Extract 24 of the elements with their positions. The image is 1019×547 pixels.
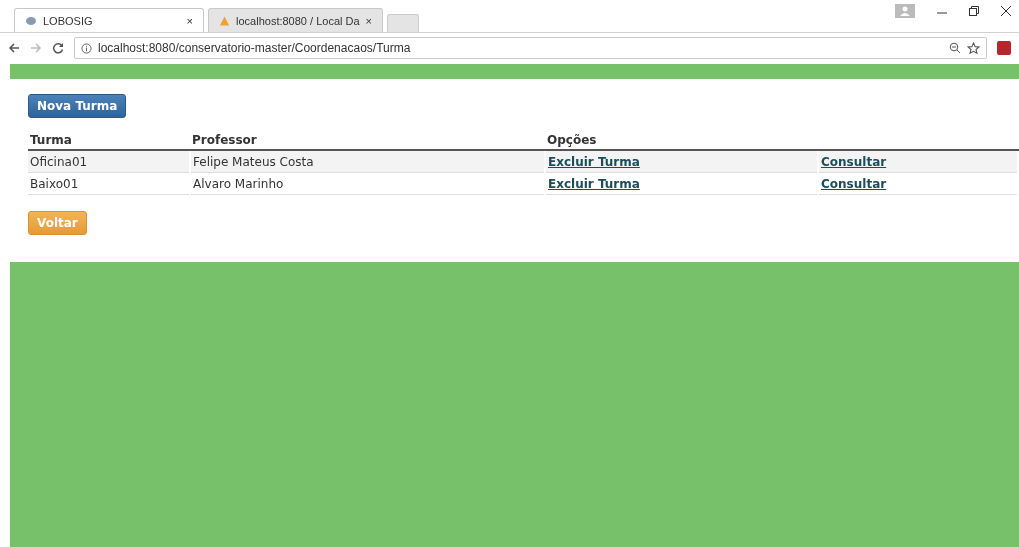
view-link[interactable]: Consultar [821,176,887,191]
reload-icon[interactable] [52,42,64,54]
page-icon [219,14,231,27]
star-icon[interactable] [967,41,980,55]
url-text: localhost:8080/conservatorio-master/Coordenacaos/Turma [98,41,412,55]
browser-tab[interactable]: localhost:8080 / Local Da × [208,8,383,32]
tab-title: localhost:8080 / Local Da [236,14,360,27]
page-icon [25,14,37,27]
tab-close-button[interactable]: × [365,14,372,27]
table-cell: Oficina01 [28,150,190,173]
close-icon[interactable] [1001,6,1011,16]
info-icon[interactable] [81,42,92,54]
table-cell: Felipe Mateus Costa [190,150,545,173]
tab-close-button[interactable]: × [186,14,193,27]
browser-tab[interactable]: LOBOSIG × [14,8,204,32]
back-icon[interactable] [8,42,20,54]
tab-title: LOBOSIG [43,14,94,27]
zoom-out-icon[interactable] [949,42,961,54]
table-cell: Alvaro Marinho [190,172,545,195]
restore-icon[interactable] [969,6,979,16]
table-cell: Baixo01 [28,172,190,195]
delete-link[interactable]: Excluir Turma [548,176,640,191]
new-class-button[interactable]: Nova Turma [28,94,127,118]
address-bar[interactable]: localhost:8080/conservatorio-master/Coordenacaos/Turma [74,37,987,59]
